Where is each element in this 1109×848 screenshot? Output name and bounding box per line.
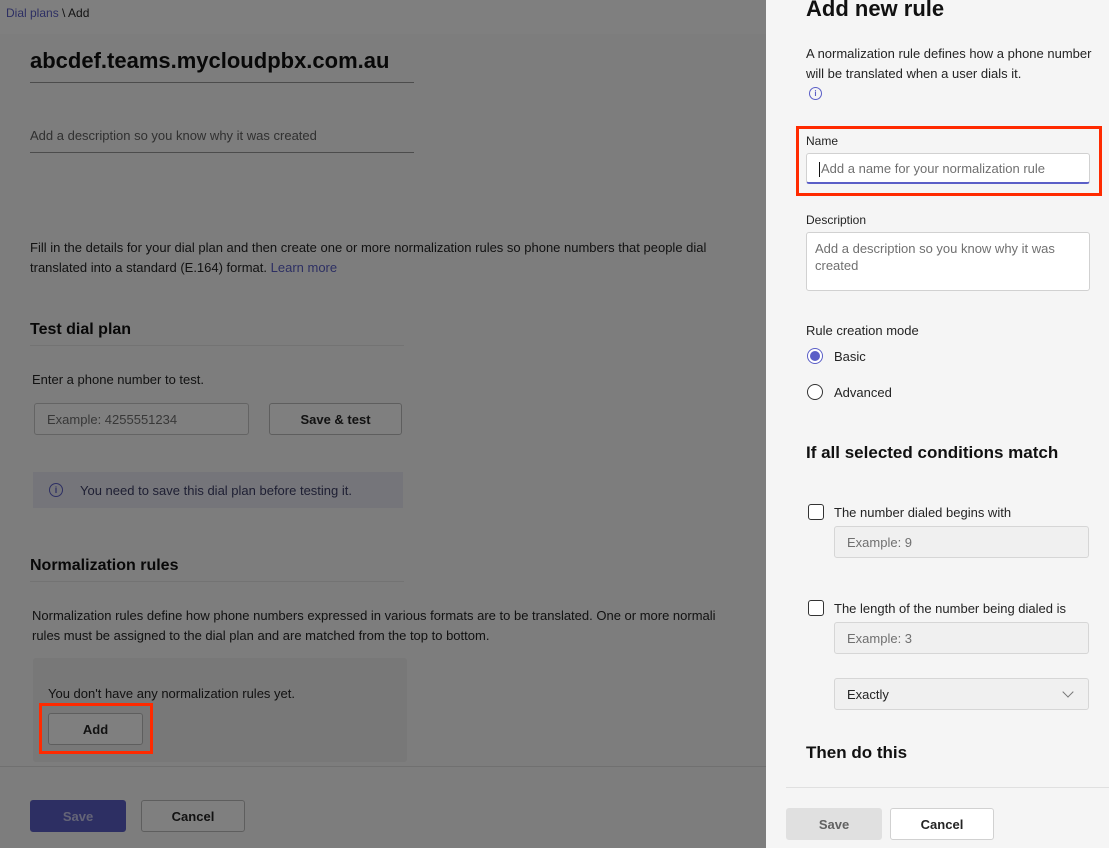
rule-mode-label: Rule creation mode	[806, 323, 919, 338]
add-rule-panel: Add new rule A normalization rule define…	[766, 0, 1109, 848]
rule-name-input[interactable]: Add a name for your normalization rule	[806, 153, 1090, 184]
panel-description: A normalization rule defines how a phone…	[806, 46, 1092, 81]
then-title: Then do this	[806, 743, 908, 762]
description-label: Description	[806, 213, 867, 227]
panel-cancel-button[interactable]: Cancel	[890, 808, 994, 840]
condition-begins-checkbox[interactable]: The number dialed begins with	[808, 504, 1011, 520]
length-match-value: Exactly	[847, 686, 889, 702]
panel-title: Add new rule	[806, 0, 945, 21]
conditions-title: If all selected conditions match	[806, 443, 1059, 462]
name-label: Name	[806, 134, 839, 148]
condition-length-checkbox[interactable]: The length of the number being dialed is	[808, 600, 1066, 616]
length-input[interactable]: Example: 3	[834, 622, 1089, 654]
chevron-down-icon	[1062, 686, 1074, 698]
radio-unchecked-icon[interactable]	[807, 384, 823, 400]
condition-begins-label: The number dialed begins with	[834, 504, 1012, 520]
rule-description-input[interactable]: Add a description so you know why it was…	[806, 232, 1090, 291]
begins-with-input[interactable]: Example: 9	[834, 526, 1089, 558]
rule-name-placeholder: Add a name for your normalization rule	[821, 161, 1046, 176]
radio-checked-icon[interactable]	[807, 348, 823, 364]
mode-advanced-radio[interactable]: Advanced	[807, 384, 892, 400]
mode-basic-radio[interactable]: Basic	[807, 348, 866, 364]
checkbox-icon[interactable]	[808, 600, 824, 616]
mode-basic-label: Basic	[834, 348, 866, 364]
length-match-select[interactable]: Exactly	[834, 678, 1089, 710]
mode-advanced-label: Advanced	[834, 384, 892, 400]
condition-length-label: The length of the number being dialed is	[834, 600, 1066, 616]
info-icon[interactable]: i	[809, 87, 822, 100]
checkbox-icon[interactable]	[808, 504, 824, 520]
panel-save-button[interactable]: Save	[786, 808, 882, 840]
add-button-highlight	[39, 703, 153, 754]
panel-divider	[786, 787, 1109, 788]
text-caret	[819, 162, 820, 178]
